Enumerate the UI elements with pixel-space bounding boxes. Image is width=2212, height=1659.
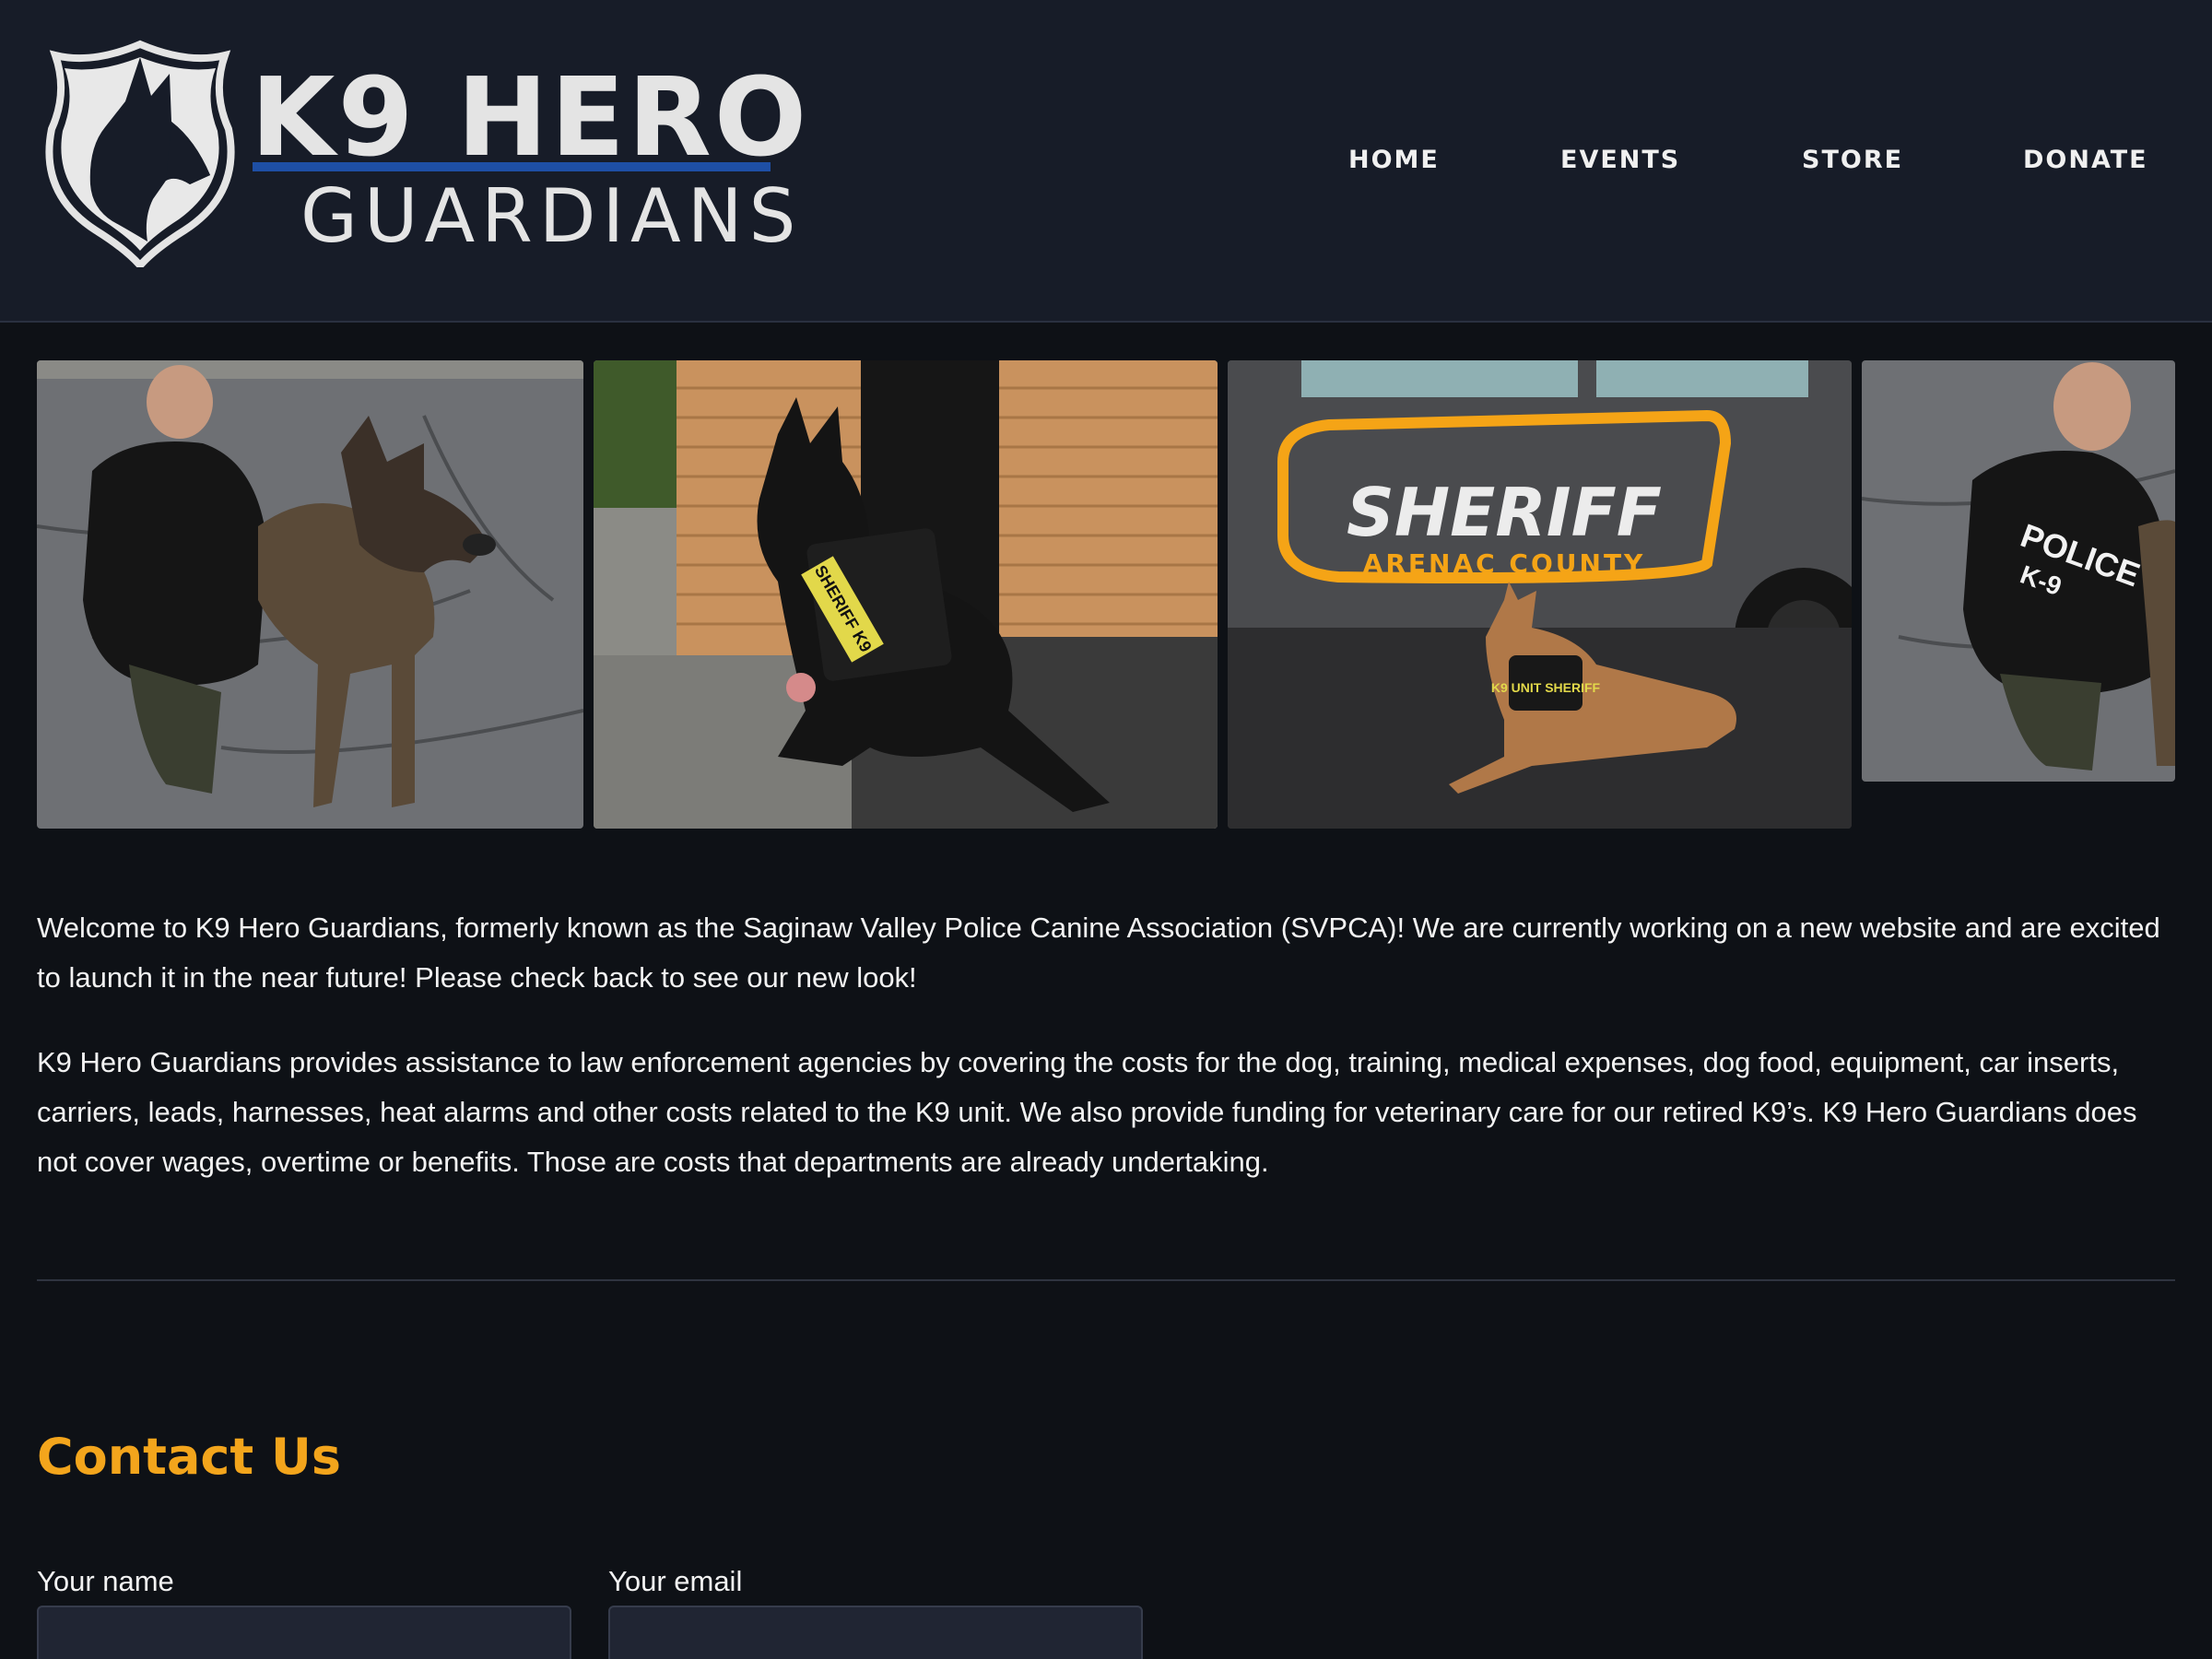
section-divider (37, 1279, 2175, 1281)
main-content: Welcome to K9 Hero Guardians, formerly k… (37, 903, 2175, 1187)
photo-gallery: SHERIFF K9 SHERIFF ARENAC COUNTY K9 UNIT… (37, 360, 2175, 830)
main-nav: HOME EVENTS STORE DONATE (0, 146, 2212, 182)
gallery-photo-2[interactable]: SHERIFF K9 (594, 360, 1218, 829)
email-field[interactable] (608, 1606, 1143, 1659)
black-dog-vest-image: SHERIFF K9 (594, 360, 1218, 829)
nav-home[interactable]: HOME (1348, 146, 1440, 174)
sheriff-car-dog-image: SHERIFF ARENAC COUNTY K9 UNIT SHERIFF (1228, 360, 1852, 829)
intro-paragraph: Welcome to K9 Hero Guardians, formerly k… (37, 912, 2160, 994)
logo-subtitle: GUARDIANS (300, 173, 803, 259)
car-sheriff-text: SHERIFF (1347, 474, 1662, 551)
email-label: Your email (608, 1565, 743, 1597)
officer-shepherd-image (37, 360, 583, 829)
contact-title: Contact Us (37, 1428, 342, 1486)
description-paragraph: K9 Hero Guardians provides assistance to… (37, 1046, 2137, 1178)
site-header: K9 HERO GUARDIANS HOME EVENTS STORE DONA… (0, 0, 2212, 323)
name-label: Your name (37, 1565, 174, 1597)
gallery-photo-3[interactable]: SHERIFF ARENAC COUNTY K9 UNIT SHERIFF (1228, 360, 1852, 829)
officer-dog-partial-image: POLICE K-9 (1862, 360, 2175, 782)
dog-vest-text: K9 UNIT SHERIFF (1491, 680, 1601, 695)
nav-donate[interactable]: DONATE (2023, 146, 2148, 174)
gallery-photo-1[interactable] (37, 360, 583, 829)
name-field[interactable] (37, 1606, 571, 1659)
car-county-text: ARENAC COUNTY (1363, 548, 1646, 579)
nav-store[interactable]: STORE (1802, 146, 1903, 174)
nav-events[interactable]: EVENTS (1560, 146, 1680, 174)
gallery-photo-4[interactable]: POLICE K-9 (1862, 360, 2175, 782)
